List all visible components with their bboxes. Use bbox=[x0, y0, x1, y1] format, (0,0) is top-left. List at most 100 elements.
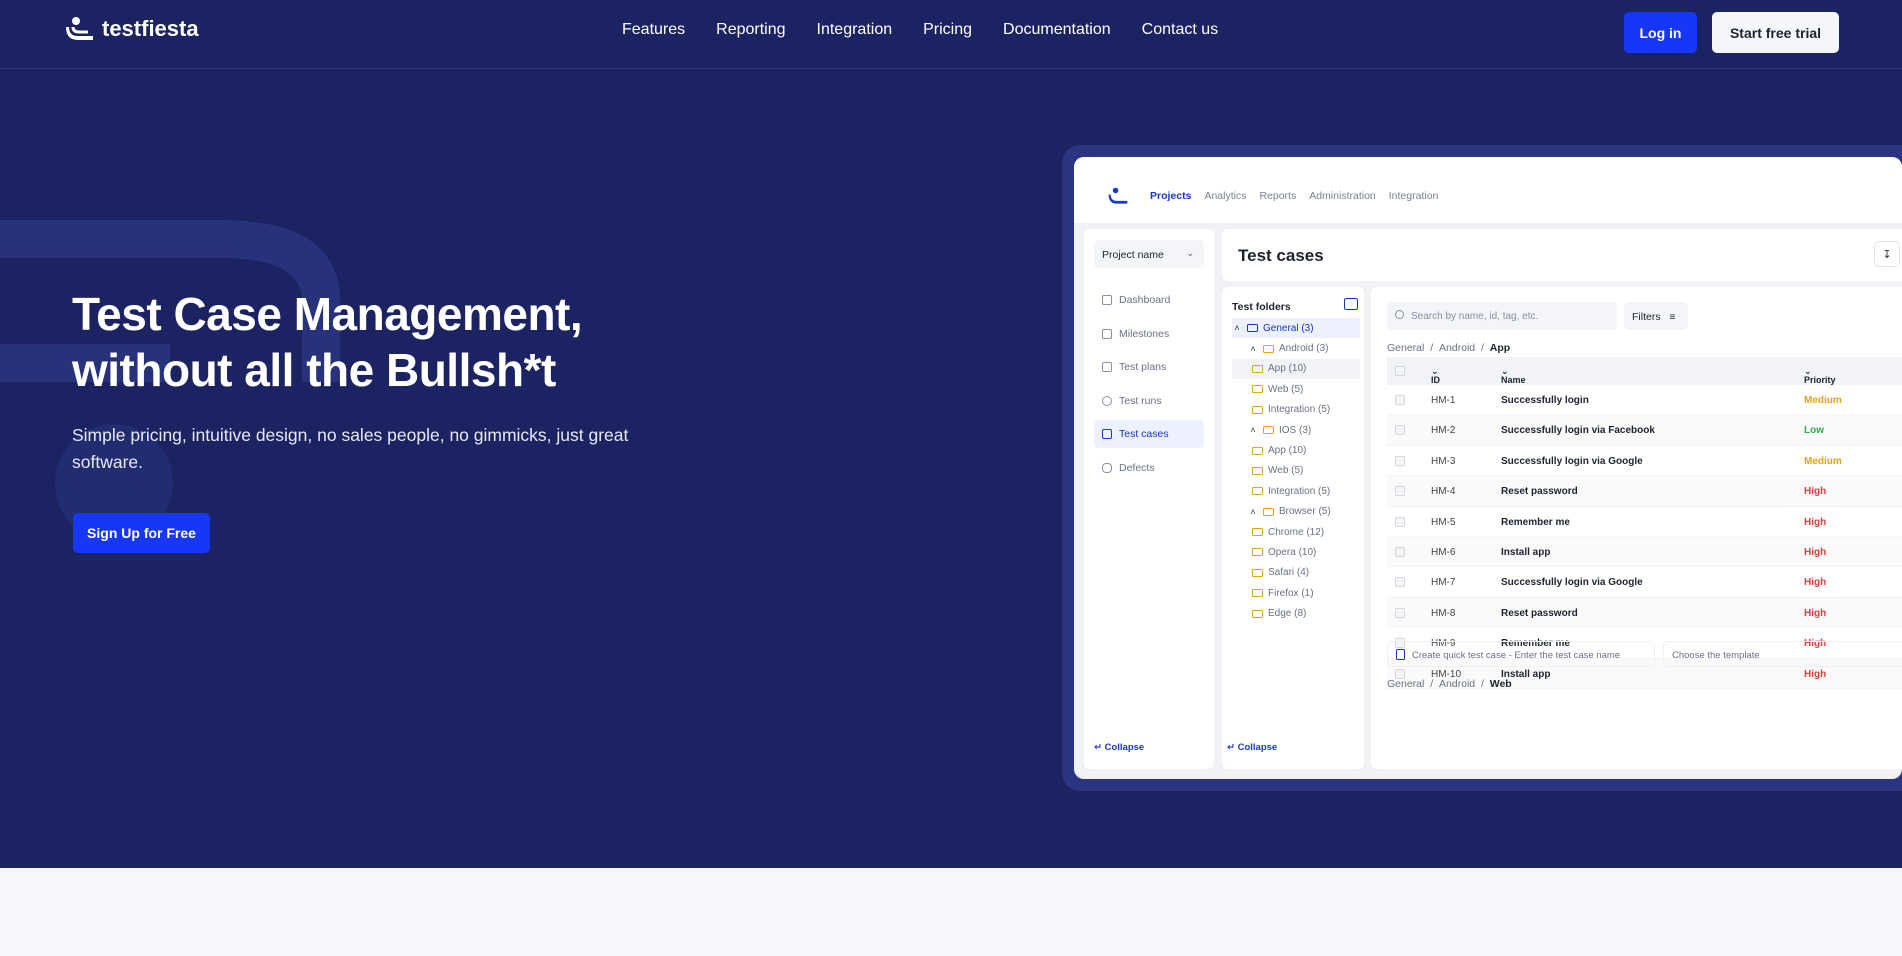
app-tab-integration[interactable]: Integration bbox=[1389, 190, 1439, 202]
breadcrumb-item[interactable]: General bbox=[1387, 678, 1424, 690]
row-checkbox[interactable] bbox=[1395, 455, 1405, 466]
nav-link-reporting[interactable]: Reporting bbox=[716, 21, 785, 39]
folder-label: Chrome (12) bbox=[1268, 526, 1325, 538]
document-icon bbox=[1102, 429, 1112, 439]
folder-icon bbox=[1252, 487, 1263, 496]
row-checkbox[interactable] bbox=[1395, 577, 1405, 588]
project-select[interactable]: Project name ⌄ bbox=[1094, 240, 1204, 268]
folder-item[interactable]: App (10) bbox=[1232, 358, 1360, 380]
folder-label: App (10) bbox=[1268, 363, 1307, 375]
row-name: Successfully login via Google bbox=[1501, 455, 1643, 467]
add-folder-icon[interactable] bbox=[1344, 298, 1358, 310]
brand-logo[interactable]: testfiesta bbox=[66, 16, 199, 42]
chevron-up-icon[interactable]: ˄ bbox=[1232, 323, 1242, 333]
breadcrumb-item[interactable]: Android bbox=[1439, 678, 1475, 690]
folder-label: Integration (5) bbox=[1268, 404, 1331, 416]
nav-link-integration[interactable]: Integration bbox=[817, 21, 893, 39]
row-checkbox[interactable] bbox=[1395, 516, 1405, 527]
row-checkbox[interactable] bbox=[1395, 395, 1405, 405]
folder-label: General (3) bbox=[1263, 322, 1314, 334]
row-id: HM-6 bbox=[1431, 546, 1456, 558]
template-select[interactable]: Choose the template bbox=[1663, 641, 1902, 667]
folder-item[interactable]: Web (5) bbox=[1232, 379, 1360, 399]
folder-icon bbox=[1263, 344, 1274, 353]
search-input[interactable]: Search by name, id, tag, etc. bbox=[1387, 302, 1617, 330]
table-row[interactable]: HM-2 Successfully login via Facebook Low bbox=[1387, 415, 1902, 446]
start-trial-button[interactable]: Start free trial bbox=[1712, 12, 1839, 53]
breadcrumb-item[interactable]: Android bbox=[1439, 342, 1475, 354]
login-button[interactable]: Log in bbox=[1624, 12, 1697, 53]
sidebar-item-label: Test plans bbox=[1119, 361, 1167, 373]
column-name-label: Name bbox=[1501, 375, 1526, 385]
breadcrumb: General / Android / Web bbox=[1387, 678, 1512, 690]
folder-icon bbox=[1252, 385, 1263, 394]
table-row[interactable]: HM-3 Successfully login via Google Medium bbox=[1387, 446, 1902, 477]
chevron-up-icon[interactable]: ˄ bbox=[1248, 344, 1258, 354]
table-row[interactable]: HM-5 Remember me High bbox=[1387, 507, 1902, 537]
chevron-up-icon[interactable]: ˄ bbox=[1248, 425, 1258, 435]
sidebar-item-dashboard[interactable]: Dashboard bbox=[1094, 286, 1204, 314]
folder-icon bbox=[1252, 405, 1263, 414]
column-id[interactable]: ID ⌄ bbox=[1431, 366, 1440, 385]
dashboard-icon bbox=[1102, 295, 1112, 305]
sidebar-item-defects[interactable]: Defects bbox=[1094, 454, 1204, 482]
row-priority: High bbox=[1804, 546, 1827, 558]
folder-item[interactable]: Safari (4) bbox=[1232, 563, 1360, 583]
row-checkbox[interactable] bbox=[1395, 425, 1405, 436]
table-row[interactable]: HM-8 Reset password High bbox=[1387, 597, 1902, 629]
row-checkbox[interactable] bbox=[1395, 546, 1405, 557]
folder-item[interactable]: ˄ Android (3) bbox=[1232, 338, 1360, 358]
nav-link-features[interactable]: Features bbox=[622, 21, 685, 39]
column-priority-label: Priority bbox=[1804, 375, 1836, 385]
chevron-up-icon[interactable]: ˄ bbox=[1248, 507, 1258, 517]
table-row[interactable]: HM-1 Successfully login Medium bbox=[1387, 385, 1902, 416]
nav-link-contact[interactable]: Contact us bbox=[1142, 21, 1218, 39]
folder-item[interactable]: ˄ General (3) bbox=[1232, 318, 1360, 339]
row-checkbox[interactable] bbox=[1395, 607, 1405, 618]
quick-create-input[interactable]: Create quick test case - Enter the test … bbox=[1387, 641, 1655, 667]
folder-item[interactable]: ˄ IOS (3) bbox=[1232, 420, 1360, 440]
download-icon[interactable]: ↧ bbox=[1874, 241, 1900, 267]
app-tab-analytics[interactable]: Analytics bbox=[1204, 190, 1246, 202]
table-row[interactable]: HM-4 Reset password High bbox=[1387, 476, 1902, 507]
sidebar-item-test-cases[interactable]: Test cases bbox=[1094, 420, 1204, 448]
folder-item[interactable]: Integration (5) bbox=[1232, 481, 1360, 501]
select-all-checkbox[interactable] bbox=[1395, 366, 1405, 376]
app-tab-reports[interactable]: Reports bbox=[1259, 190, 1296, 202]
folder-item[interactable]: Firefox (1) bbox=[1232, 583, 1360, 603]
folder-item[interactable]: App (10) bbox=[1232, 440, 1360, 460]
table-row[interactable]: HM-7 Successfully login via Google High bbox=[1387, 567, 1902, 598]
folder-item[interactable]: Chrome (12) bbox=[1232, 522, 1360, 542]
row-id: HM-8 bbox=[1431, 607, 1456, 619]
row-id: HM-4 bbox=[1431, 486, 1456, 498]
breadcrumb-item[interactable]: General bbox=[1387, 342, 1424, 354]
folder-label: Opera (10) bbox=[1268, 546, 1317, 558]
nav-link-pricing[interactable]: Pricing bbox=[923, 21, 972, 39]
folder-item[interactable]: Web (5) bbox=[1232, 461, 1360, 481]
folders-collapse-button[interactable]: ↵ Collapse bbox=[1227, 742, 1277, 753]
folder-label: IOS (3) bbox=[1279, 424, 1312, 436]
app-tab-administration[interactable]: Administration bbox=[1309, 190, 1376, 202]
folder-item[interactable]: Opera (10) bbox=[1232, 542, 1360, 562]
folder-item[interactable]: Edge (8) bbox=[1232, 603, 1360, 623]
filters-button[interactable]: Filters ≡ bbox=[1624, 302, 1688, 330]
sidebar-item-milestones[interactable]: Milestones bbox=[1094, 320, 1204, 348]
row-name: Reset password bbox=[1501, 607, 1578, 619]
sidebar-collapse-button[interactable]: ↵ Collapse bbox=[1094, 742, 1144, 753]
column-id-label: ID bbox=[1431, 375, 1440, 385]
sidebar-item-label: Dashboard bbox=[1119, 294, 1171, 306]
folder-item[interactable]: ˄ Browser (5) bbox=[1232, 502, 1360, 522]
column-name[interactable]: Name ⌄ bbox=[1501, 366, 1526, 385]
project-select-label: Project name bbox=[1102, 249, 1164, 261]
sidebar-item-test-plans[interactable]: Test plans bbox=[1094, 353, 1204, 381]
row-checkbox[interactable] bbox=[1395, 486, 1405, 497]
table-row[interactable]: HM-6 Install app High bbox=[1387, 536, 1902, 568]
collapse-label: Collapse bbox=[1104, 742, 1145, 753]
column-priority[interactable]: Priority ⌄ bbox=[1804, 366, 1836, 385]
folder-item[interactable]: Integration (5) bbox=[1232, 400, 1360, 420]
signup-button[interactable]: Sign Up for Free bbox=[73, 513, 210, 553]
nav-link-documentation[interactable]: Documentation bbox=[1003, 21, 1111, 39]
app-tab-projects[interactable]: Projects bbox=[1150, 190, 1191, 202]
sidebar-item-test-runs[interactable]: Test runs bbox=[1094, 387, 1204, 415]
row-priority: High bbox=[1804, 516, 1827, 528]
